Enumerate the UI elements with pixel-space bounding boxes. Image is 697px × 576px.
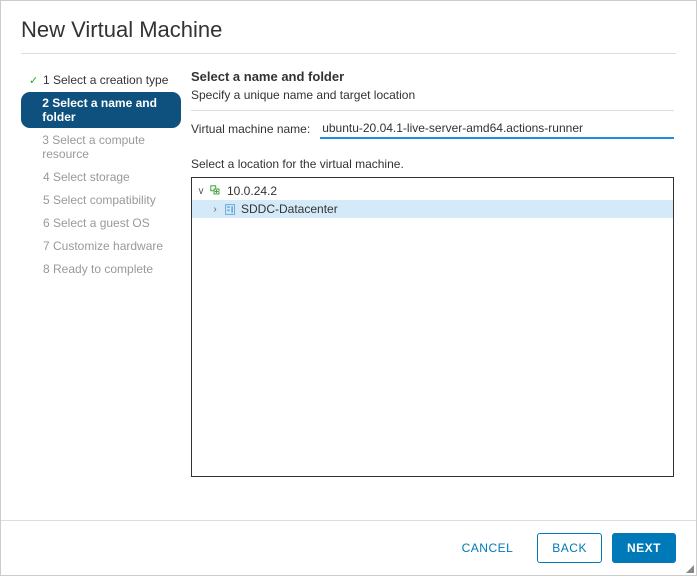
dialog-title: New Virtual Machine: [21, 17, 676, 54]
step-ready-complete: ✓ 8 Ready to complete: [21, 258, 181, 280]
step-name-folder[interactable]: ✓ 2 Select a name and folder: [21, 92, 181, 128]
host-icon: [210, 185, 223, 198]
tree-node-label: 10.0.24.2: [227, 184, 277, 198]
step-label: 1 Select a creation type: [43, 73, 168, 87]
step-guest-os: ✓ 6 Select a guest OS: [21, 212, 181, 234]
step-label: 8 Ready to complete: [43, 262, 153, 276]
step-label: 2 Select a name and folder: [42, 96, 173, 124]
step-compute-resource: ✓ 3 Select a compute resource: [21, 129, 181, 165]
section-heading: Select a name and folder: [191, 69, 674, 84]
vm-name-input[interactable]: [320, 119, 674, 139]
expand-icon[interactable]: ›: [210, 204, 220, 215]
step-label: 4 Select storage: [43, 170, 130, 184]
section-subheading: Specify a unique name and target locatio…: [191, 88, 674, 111]
vm-name-row: Virtual machine name:: [191, 119, 674, 139]
tree-node-datacenter[interactable]: › SDDC-Datacenter: [192, 200, 673, 218]
step-label: 5 Select compatibility: [43, 193, 156, 207]
wizard-steps: ✓ 1 Select a creation type ✓ 2 Select a …: [1, 64, 181, 520]
step-storage: ✓ 4 Select storage: [21, 166, 181, 188]
dialog-body: ✓ 1 Select a creation type ✓ 2 Select a …: [1, 64, 696, 520]
datacenter-icon: [224, 203, 237, 216]
step-label: 6 Select a guest OS: [43, 216, 150, 230]
step-customize-hw: ✓ 7 Customize hardware: [21, 235, 181, 257]
collapse-icon[interactable]: ∨: [196, 186, 206, 197]
main-panel: Select a name and folder Specify a uniqu…: [181, 64, 696, 520]
location-label: Select a location for the virtual machin…: [191, 157, 674, 171]
check-icon: ✓: [29, 74, 39, 87]
step-label: 7 Customize hardware: [43, 239, 163, 253]
cancel-button[interactable]: CANCEL: [448, 533, 528, 563]
step-creation-type[interactable]: ✓ 1 Select a creation type: [21, 69, 181, 91]
vm-name-label: Virtual machine name:: [191, 122, 310, 136]
step-label: 3 Select a compute resource: [42, 133, 173, 161]
dialog-header: New Virtual Machine: [1, 1, 696, 64]
tree-node-host[interactable]: ∨ 10.0.24.2: [192, 182, 673, 200]
resize-handle-icon[interactable]: [686, 565, 694, 573]
back-button[interactable]: BACK: [537, 533, 602, 563]
step-compatibility: ✓ 5 Select compatibility: [21, 189, 181, 211]
new-vm-dialog: New Virtual Machine ✓ 1 Select a creatio…: [1, 1, 696, 575]
next-button[interactable]: NEXT: [612, 533, 676, 563]
tree-node-label: SDDC-Datacenter: [241, 202, 338, 216]
dialog-footer: CANCEL BACK NEXT: [1, 520, 696, 575]
location-tree[interactable]: ∨ 10.0.24.2 › SDDC-Datacenter: [191, 177, 674, 477]
